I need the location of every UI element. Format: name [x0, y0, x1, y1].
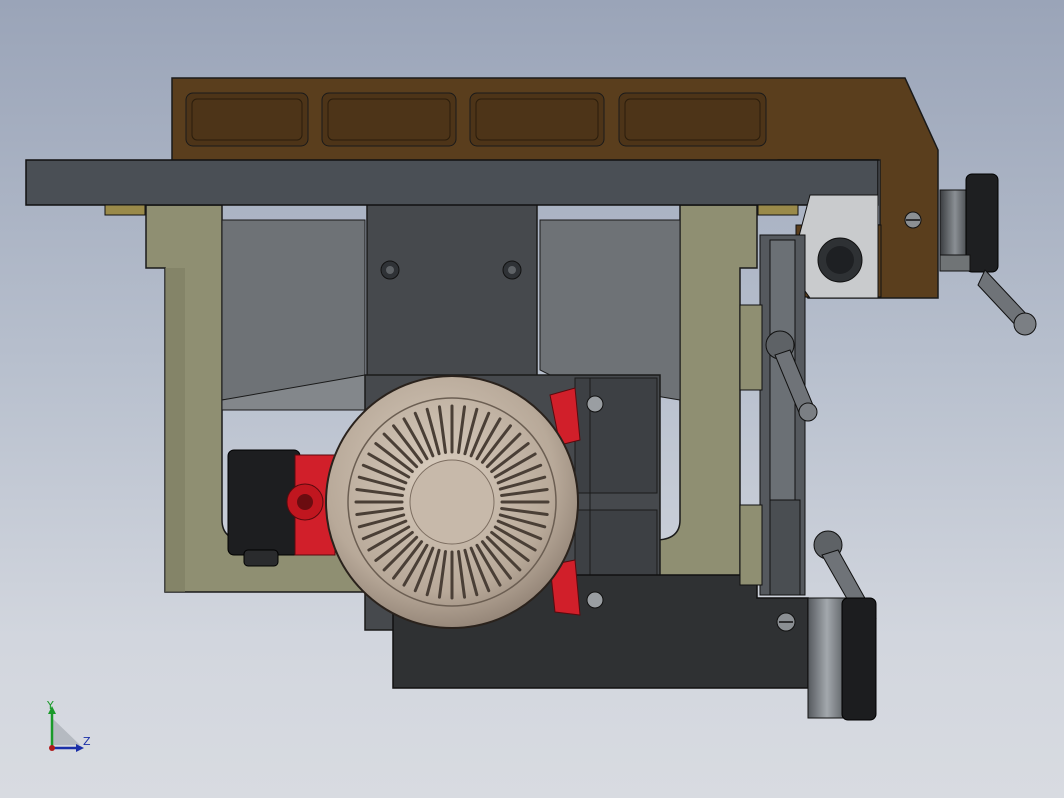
- adjustment-rails: [739, 234, 806, 596]
- motor-end-cover: [325, 375, 579, 629]
- locking-knob-top[interactable]: [939, 173, 1037, 336]
- triad-origin: [49, 745, 55, 751]
- y-axis-label: Y: [47, 699, 54, 712]
- assembly-model[interactable]: [0, 0, 1064, 798]
- z-axis-label: Z: [83, 735, 91, 748]
- view-triad: [48, 706, 84, 752]
- cad-viewport[interactable]: Y Z: [0, 0, 1064, 798]
